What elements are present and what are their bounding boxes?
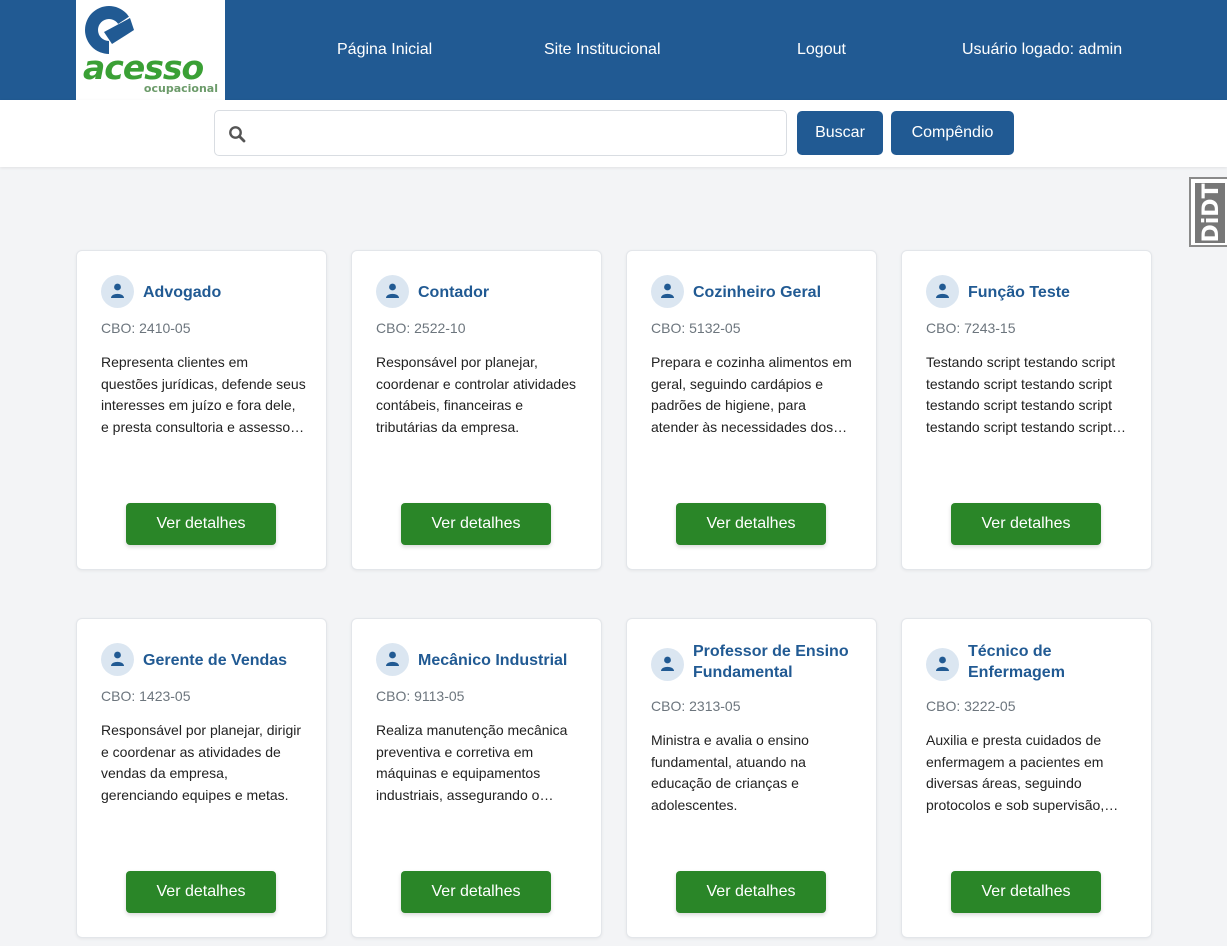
card-title[interactable]: Gerente de Vendas xyxy=(143,650,313,671)
card-title[interactable]: Mecânico Industrial xyxy=(418,650,588,671)
card-cbo: CBO: 5132-05 xyxy=(651,320,741,336)
card-description: Auxilia e presta cuidados de enfermagem … xyxy=(926,732,1105,813)
user-icon xyxy=(376,643,409,676)
user-icon xyxy=(376,275,409,308)
view-details-button[interactable]: Ver detalhes xyxy=(951,503,1101,545)
view-details-button[interactable]: Ver detalhes xyxy=(126,503,276,545)
card-cbo: CBO: 7243-15 xyxy=(926,320,1016,336)
occupation-card: Gerente de Vendas CBO: 1423-05 Responsável… xyxy=(76,618,327,938)
search-bar: Buscar Compêndio xyxy=(0,100,1227,167)
view-details-button[interactable]: Ver detalhes xyxy=(676,871,826,913)
card-title[interactable]: Função Teste xyxy=(968,282,1138,303)
accessibility-widget-label: DiDT xyxy=(1199,183,1224,243)
search-icon xyxy=(229,126,246,143)
user-icon xyxy=(101,275,134,308)
card-cbo: CBO: 2410-05 xyxy=(101,320,191,336)
user-icon xyxy=(651,648,684,681)
occupation-card: Professor de Ensino Fundamental CBO: 2313… xyxy=(626,618,877,938)
card-title[interactable]: Professor de Ensino Fundamental xyxy=(693,641,863,683)
occupation-card: Mecânico Industrial CBO: 9113-05 Realiza m… xyxy=(351,618,602,938)
card-description: Responsável por planejar, coordenar e co… xyxy=(376,354,577,435)
card-cbo: CBO: 2313-05 xyxy=(651,698,741,714)
logged-user-label: Usuário logado: admin xyxy=(962,41,1123,58)
card-title[interactable]: Cozinheiro Geral xyxy=(693,282,863,303)
search-button[interactable]: Buscar xyxy=(797,111,883,155)
card-cbo: CBO: 3222-05 xyxy=(926,698,1016,714)
nav-site-link[interactable]: Site Institucional xyxy=(544,40,661,60)
card-description: Representa clientes em questões jurídica… xyxy=(101,354,306,435)
card-description: Prepara e cozinha alimentos em geral, se… xyxy=(651,354,852,435)
card-cbo: CBO: 2522-10 xyxy=(376,320,466,336)
card-title[interactable]: Advogado xyxy=(143,282,313,303)
top-header: acesso ocupacional Página Inicial Site I… xyxy=(0,0,1227,100)
user-icon xyxy=(926,275,959,308)
accessibility-widget[interactable]: DiDT xyxy=(1189,177,1227,247)
user-icon xyxy=(651,275,684,308)
logo-mark-icon xyxy=(85,6,142,54)
brand-logo[interactable]: acesso ocupacional xyxy=(76,0,225,100)
user-icon xyxy=(101,643,134,676)
card-title[interactable]: Contador xyxy=(418,282,588,303)
view-details-button[interactable]: Ver detalhes xyxy=(676,503,826,545)
occupation-card: Contador CBO: 2522-10 Responsável por plan… xyxy=(351,250,602,570)
user-icon xyxy=(926,648,959,681)
nav-home-link[interactable]: Página Inicial xyxy=(337,40,432,60)
view-details-button[interactable]: Ver detalhes xyxy=(401,871,551,913)
card-description: Responsável por planejar, dirigir e coor… xyxy=(101,722,301,803)
nav-logout-link[interactable]: Logout xyxy=(797,40,846,60)
card-title[interactable]: Técnico de Enfermagem xyxy=(968,641,1138,683)
card-description: Testando script testando script testando… xyxy=(926,354,1116,435)
card-cbo: CBO: 9113-05 xyxy=(376,688,465,704)
occupation-card: Advogado CBO: 2410-05 Representa clientes … xyxy=(76,250,327,570)
search-field[interactable] xyxy=(214,110,787,156)
view-details-button[interactable]: Ver detalhes xyxy=(126,871,276,913)
view-details-button[interactable]: Ver detalhes xyxy=(951,871,1101,913)
accessibility-widget-badge: DiDT xyxy=(1195,183,1225,243)
card-description: Ministra e avalia o ensino fundamental, … xyxy=(651,732,809,813)
compendio-button[interactable]: Compêndio xyxy=(891,111,1014,155)
occupation-card: Cozinheiro Geral CBO: 5132-05 Prepara e co… xyxy=(626,250,877,570)
occupation-card: Função Teste CBO: 7243-15 Testando script … xyxy=(901,250,1152,570)
card-description: Realiza manutenção mecânica preventiva e… xyxy=(376,722,568,803)
occupation-card: Técnico de Enfermagem CBO: 3222-05 Auxilia… xyxy=(901,618,1152,938)
view-details-button[interactable]: Ver detalhes xyxy=(401,503,551,545)
logo-subtitle: ocupacional xyxy=(143,82,218,95)
card-cbo: CBO: 1423-05 xyxy=(101,688,191,704)
search-input[interactable] xyxy=(255,117,780,149)
